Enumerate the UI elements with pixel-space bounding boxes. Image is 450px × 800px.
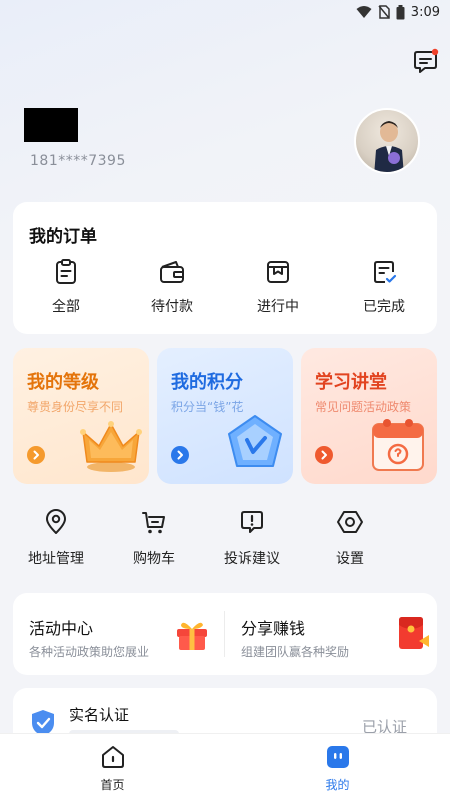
cart-icon <box>142 512 165 534</box>
address-management-button[interactable]: 地址管理 <box>14 508 98 568</box>
feedback-icon <box>241 511 263 533</box>
my-level-title: 我的等级 <box>27 372 99 393</box>
activity-center-title: 活动中心 <box>29 619 94 638</box>
complaint-suggestion-label: 投诉建议 <box>224 551 280 567</box>
gift-icon <box>177 622 207 650</box>
masked-username <box>24 108 78 142</box>
orders-title: 我的订单 <box>29 227 97 247</box>
activity-center-button[interactable]: 活动中心 各种活动政策助您展业 <box>13 593 225 675</box>
settings-label: 设置 <box>336 551 364 567</box>
bottom-nav: 首页 我的 <box>0 733 450 800</box>
learning-hall-title: 学习讲堂 <box>315 372 387 393</box>
user-phone: 181****7395 <box>30 153 126 169</box>
share-earn-title: 分享赚钱 <box>241 619 306 638</box>
nav-mine[interactable]: 我的 <box>225 734 450 800</box>
wallet-icon <box>160 261 184 283</box>
complaint-suggestion-button[interactable]: 投诉建议 <box>210 508 294 568</box>
message-button[interactable] <box>412 48 440 76</box>
settings-hexagon-icon <box>337 511 363 533</box>
calendar-icon <box>372 419 424 471</box>
settings-button[interactable]: 设置 <box>308 508 392 568</box>
activity-center-subtitle: 各种活动政策助您展业 <box>29 645 150 659</box>
my-level-card[interactable]: 我的等级 尊贵身份尽享不同 <box>13 348 149 484</box>
nav-home[interactable]: 首页 <box>0 734 225 800</box>
order-in-progress-button[interactable]: 进行中 <box>225 258 331 316</box>
learning-hall-arrow-icon <box>315 446 333 464</box>
check-document-icon <box>374 261 397 283</box>
points-badge-icon <box>228 415 282 467</box>
my-level-arrow-icon <box>27 446 45 464</box>
tools-row: 地址管理 购物车 投诉建议 设置 <box>0 508 450 568</box>
my-points-title: 我的积分 <box>171 372 243 393</box>
status-bar: 3:09 <box>0 0 450 24</box>
my-points-arrow-icon <box>171 446 189 464</box>
location-pin-icon <box>46 509 66 534</box>
message-icon <box>414 48 439 73</box>
status-time: 3:09 <box>410 4 440 20</box>
order-pending-payment-button[interactable]: 待付款 <box>119 258 225 316</box>
share-earn-subtitle: 组建团队赢各种奖励 <box>241 645 350 659</box>
shopping-cart-label: 购物车 <box>133 551 175 567</box>
home-icon <box>101 746 124 768</box>
orders-card: 我的订单 全部 待付款 进行中 已完成 <box>13 202 437 334</box>
order-in-progress-label: 进行中 <box>257 299 299 315</box>
share-earn-button[interactable]: 分享赚钱 组建团队赢各种奖励 <box>225 593 437 675</box>
order-completed-label: 已完成 <box>363 299 405 315</box>
nav-mine-label: 我的 <box>325 778 350 792</box>
profile-icon <box>326 746 349 768</box>
shopping-cart-button[interactable]: 购物车 <box>112 508 196 568</box>
address-management-label: 地址管理 <box>28 551 84 567</box>
red-envelope-icon <box>399 617 429 649</box>
activity-share-card: 活动中心 各种活动政策助您展业 分享赚钱 组建团队赢各种奖励 <box>13 593 437 675</box>
wifi-icon <box>356 6 372 18</box>
crown-icon <box>80 421 142 472</box>
avatar[interactable] <box>354 108 420 174</box>
no-sim-icon <box>378 5 390 19</box>
order-completed-button[interactable]: 已完成 <box>331 258 437 316</box>
battery-icon <box>396 4 405 19</box>
verification-title: 实名认证 <box>69 706 130 724</box>
order-all-label: 全部 <box>52 299 80 315</box>
learning-hall-card[interactable]: 学习讲堂 常见问题活动政策 <box>301 348 437 484</box>
bookmark-box-icon <box>267 261 289 283</box>
nav-home-label: 首页 <box>100 778 125 792</box>
order-pending-payment-label: 待付款 <box>151 299 193 315</box>
my-points-card[interactable]: 我的积分 积分当“钱”花 <box>157 348 293 484</box>
order-all-button[interactable]: 全部 <box>13 258 119 316</box>
clipboard-icon <box>56 259 76 284</box>
